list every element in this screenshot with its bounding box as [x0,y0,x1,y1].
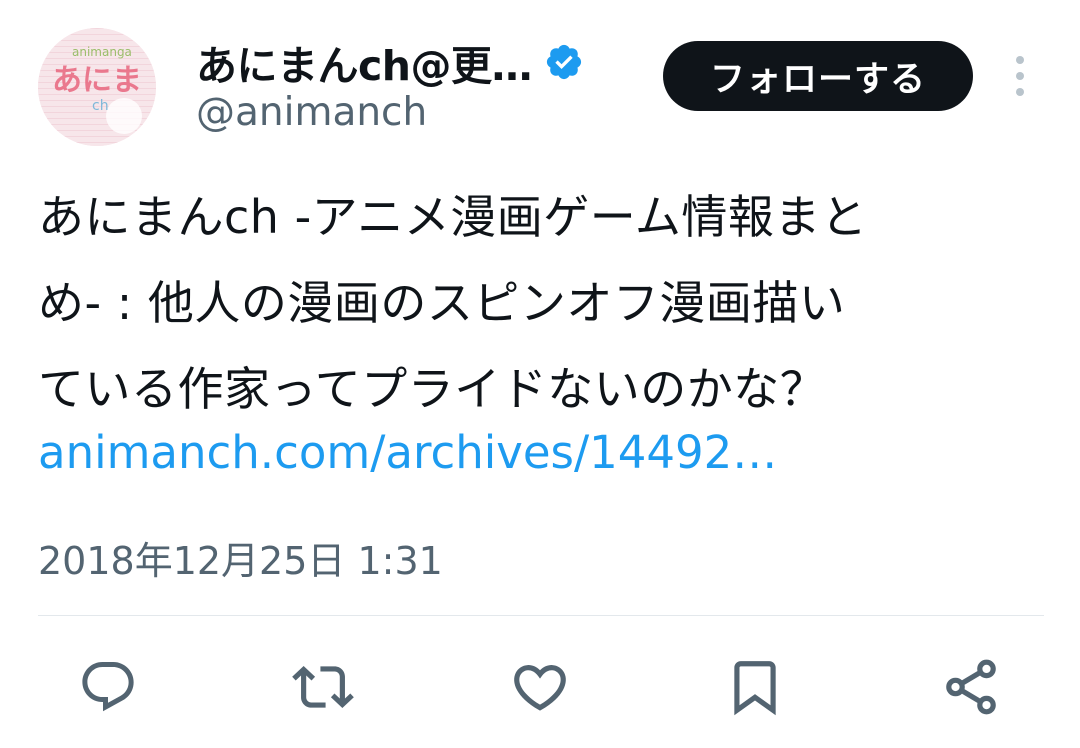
display-name[interactable]: あにまんch@更… [196,32,533,92]
tweet-text-line: あにまんch -アニメ漫画ゲーム情報まと [38,190,868,244]
tweet-timestamp[interactable]: 2018年12月25日 1:31 [38,530,443,585]
tweet-text-line: め- : 他人の漫画のスピンオフ漫画描い [38,276,846,330]
avatar[interactable]: あにま animanga ch [38,28,156,146]
retweet-icon [292,666,354,708]
reply-icon [82,662,134,712]
bookmark-icon [734,661,776,716]
follow-button[interactable]: フォローする [663,41,973,111]
more-options-icon[interactable] [1006,56,1034,96]
bookmark-button[interactable] [724,656,786,718]
avatar-logo-icon: あにま animanga ch [38,28,156,146]
tweet-text: あにまんch -アニメ漫画ゲーム情報まと め- : 他人の漫画のスピンオフ漫画描… [38,174,1048,432]
retweet-button[interactable] [292,656,354,718]
tweet-text-line: ている作家ってプライドないのかな？ [38,362,827,416]
tweet-link[interactable]: animanch.com/archives/14492… [38,426,777,479]
reply-button[interactable] [77,656,139,718]
svg-text:ch: ch [92,98,109,114]
user-name-row: あにまんch@更… [196,36,584,90]
svg-text:あにま: あにま [52,63,142,98]
verified-badge-icon [544,42,584,82]
like-button[interactable] [509,656,571,718]
user-handle[interactable]: @animanch [196,90,427,135]
divider [38,615,1044,616]
share-button[interactable] [940,656,1002,718]
svg-text:animanga: animanga [72,45,132,59]
heart-icon [514,665,566,711]
share-icon [946,659,996,715]
